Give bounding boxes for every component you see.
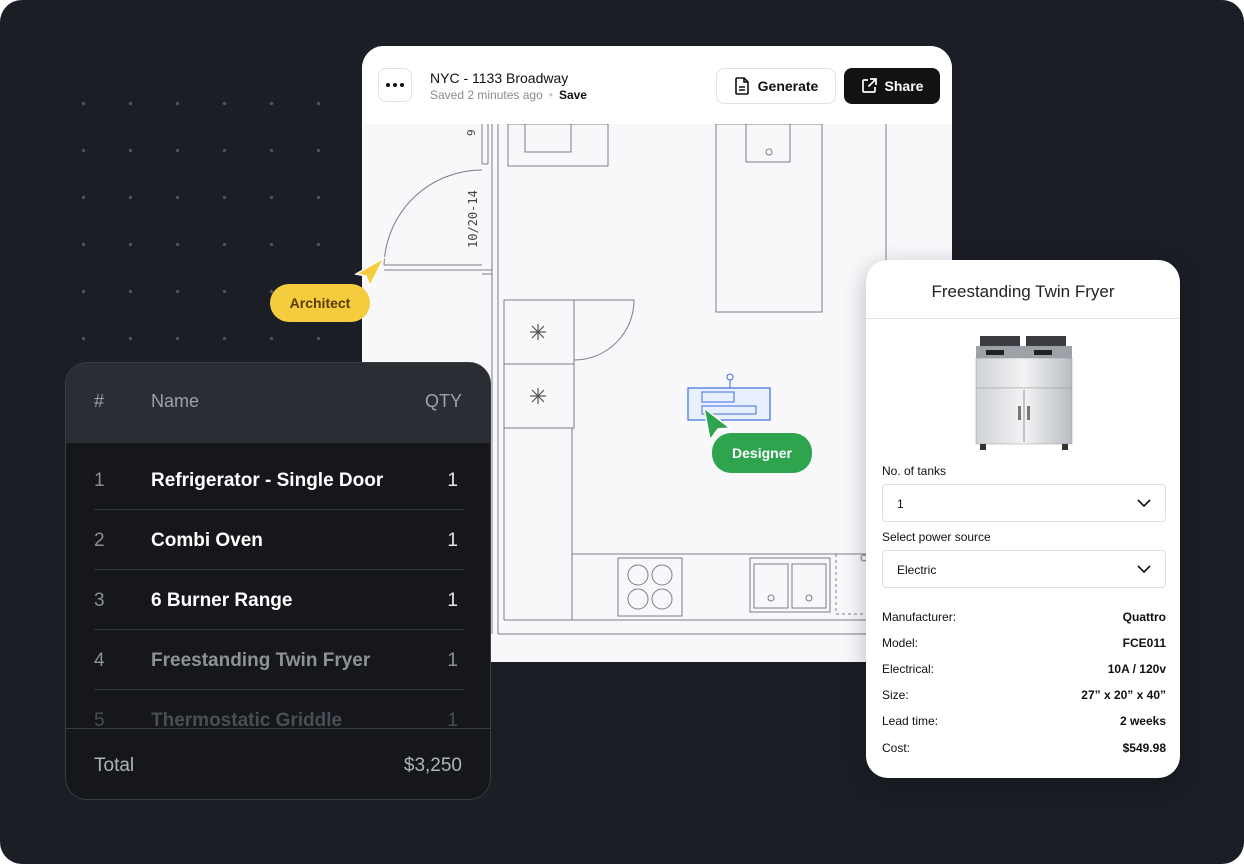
col-number-header: #: [94, 391, 105, 411]
table-row[interactable]: 2 Combi Oven 1: [94, 509, 464, 570]
row-name: 6 Burner Range: [151, 590, 293, 611]
list-header: # Name QTY: [66, 363, 490, 443]
save-link[interactable]: Save: [559, 88, 587, 102]
row-number: 1: [94, 470, 105, 491]
product-detail-card: Freestanding Twin Fryer No. of tanks 1 S…: [866, 260, 1180, 778]
share-button[interactable]: Share: [844, 68, 940, 104]
power-source-label: Select power source: [882, 530, 991, 544]
dimension-label: 10/20-14: [466, 190, 480, 248]
row-qty: 1: [447, 590, 458, 611]
table-row[interactable]: 4 Freestanding Twin Fryer 1: [94, 629, 464, 690]
row-number: 2: [94, 530, 105, 551]
list-footer: Total $3,250: [66, 728, 490, 799]
app-canvas: NYC - 1133 Broadway Saved 2 minutes ago •…: [0, 0, 1244, 864]
chevron-down-icon: [1137, 565, 1151, 574]
save-status: Saved 2 minutes ago • Save: [430, 88, 587, 102]
tanks-label: No. of tanks: [882, 464, 947, 478]
table-row[interactable]: 3 6 Burner Range 1: [94, 569, 464, 630]
row-number: 4: [94, 650, 105, 671]
dimension-label-top: 9: [465, 129, 478, 136]
more-dots-icon: [386, 83, 390, 87]
document-title: NYC - 1133 Broadway: [430, 70, 569, 86]
total-value: $3,250: [403, 755, 462, 776]
fryer-product-image: [975, 336, 1073, 450]
plan-header: NYC - 1133 Broadway Saved 2 minutes ago •…: [362, 46, 952, 125]
col-name-header: Name: [151, 391, 200, 411]
table-row[interactable]: 1 Refrigerator - Single Door 1: [94, 449, 464, 510]
row-qty: 1: [447, 650, 458, 671]
item-list-panel: # Name QTY 1 Refrigerator - Single Door …: [65, 362, 491, 800]
row-number: 3: [94, 590, 105, 611]
power-source-value: Electric: [897, 563, 937, 577]
saved-status-text: Saved 2 minutes ago: [430, 88, 543, 102]
share-label: Share: [884, 78, 924, 94]
power-source-select[interactable]: Electric: [882, 550, 1166, 588]
row-qty: 1: [447, 530, 458, 551]
tanks-value: 1: [897, 497, 904, 511]
row-name: Refrigerator - Single Door: [151, 470, 384, 491]
architect-tag: Architect: [270, 284, 370, 322]
generate-button[interactable]: Generate: [716, 68, 836, 104]
designer-tag: Designer: [712, 433, 812, 473]
generate-label: Generate: [757, 78, 819, 94]
product-title: Freestanding Twin Fryer: [866, 260, 1180, 319]
document-icon: [734, 77, 749, 95]
row-name: Combi Oven: [151, 530, 263, 551]
external-link-icon: [861, 78, 877, 93]
chevron-down-icon: [1137, 499, 1151, 508]
row-name: Freestanding Twin Fryer: [151, 650, 371, 671]
more-menu-button[interactable]: [378, 68, 412, 102]
col-qty-header: QTY: [424, 391, 462, 411]
total-label: Total: [94, 755, 135, 776]
tanks-select[interactable]: 1: [882, 484, 1166, 522]
row-qty: 1: [447, 470, 458, 491]
